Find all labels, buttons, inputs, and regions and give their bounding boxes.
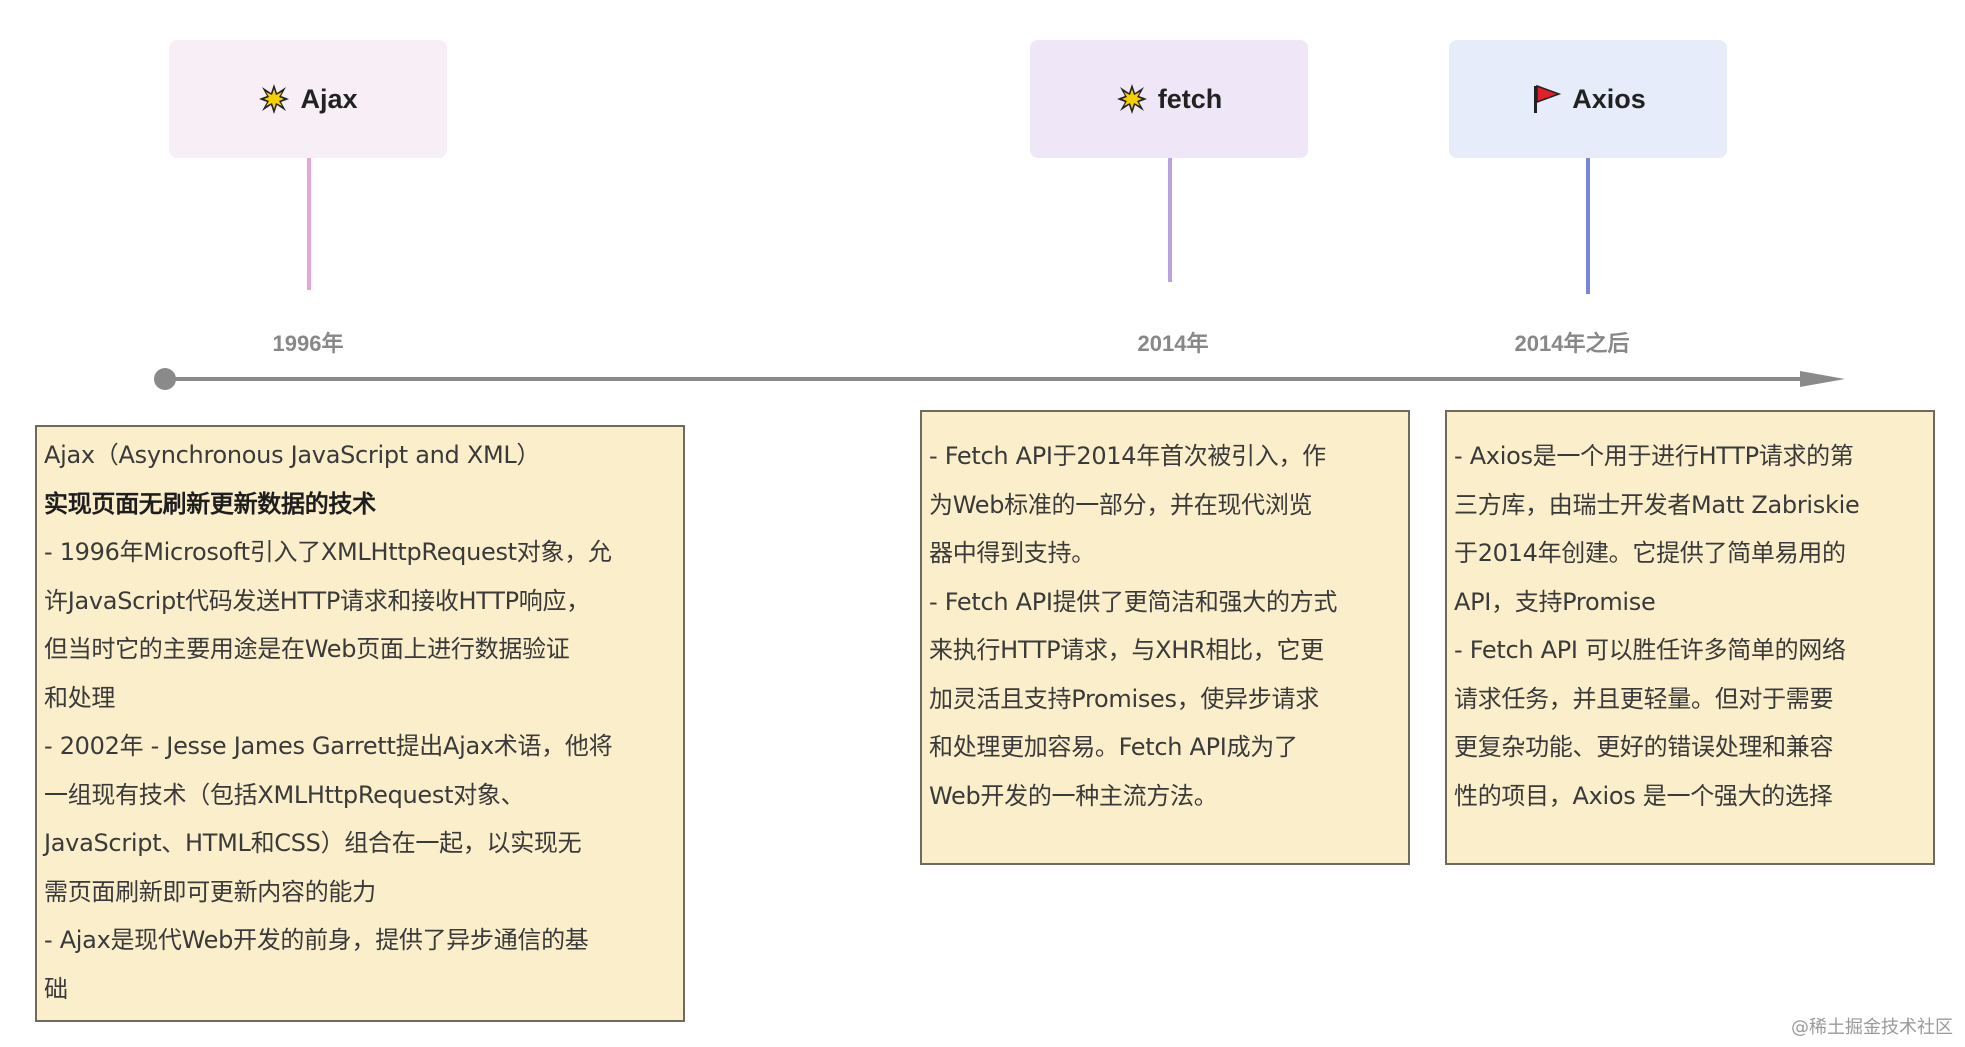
- red-flag-icon: [1530, 83, 1562, 115]
- note-line: 更复杂功能、更好的错误处理和兼容: [1454, 733, 1834, 761]
- note-line: 需页面刷新即可更新内容的能力: [44, 877, 376, 906]
- event-stem-ajax: [307, 158, 311, 290]
- collision-icon: [258, 83, 290, 115]
- note-line: JavaScript、HTML和CSS）组合在一起，以实现无: [44, 829, 582, 857]
- note-line: - 1996年Microsoft引入了XMLHttpRequest对象，允: [44, 538, 612, 566]
- event-label-axios: Axios: [1572, 83, 1646, 114]
- note-ajax-title: Ajax（Asynchronous JavaScript and XML）: [44, 441, 541, 469]
- note-line: 三方库，由瑞士开发者Matt Zabriskie: [1454, 490, 1860, 519]
- note-line: - Fetch API 可以胜任许多简单的网络: [1454, 636, 1846, 664]
- note-line: API，支持Promise: [1454, 587, 1656, 616]
- note-line: 和处理更加容易。Fetch API成为了: [929, 733, 1298, 761]
- event-label-fetch: fetch: [1157, 83, 1223, 114]
- note-line: - Fetch API于2014年首次被引入，作: [929, 442, 1326, 470]
- event-card-axios: Axios: [1449, 40, 1727, 158]
- note-line: 来执行HTTP请求，与XHR相比，它更: [929, 636, 1324, 664]
- note-line: 和处理: [44, 683, 116, 712]
- watermark: @稀土掘金技术社区: [1791, 1017, 1953, 1038]
- note-line: Web开发的一种主流方法。: [929, 781, 1218, 810]
- note-line: - 2002年 - Jesse James Garrett提出Ajax术语，他将: [44, 732, 613, 760]
- note-ajax-subtitle: 实现页面无刷新更新数据的技术: [44, 489, 376, 518]
- note-line: - Fetch API提供了更简洁和强大的方式: [929, 587, 1338, 616]
- note-line: 为Web标准的一部分，并在现代浏览: [929, 490, 1313, 519]
- timeline-axis: [154, 368, 1845, 390]
- note-line: 但当时它的主要用途是在Web页面上进行数据验证: [44, 635, 570, 663]
- event-card-fetch: fetch: [1030, 40, 1308, 158]
- collision-icon: [1116, 83, 1148, 115]
- note-line: 性的项目，Axios 是一个强大的选择: [1454, 781, 1833, 810]
- timeline-diagram: Ajax 1996年 fetch 2014年 Axios 2014年之后 Aja…: [0, 0, 1965, 1047]
- event-label-ajax: Ajax: [300, 83, 358, 114]
- note-line: 一组现有技术（包括XMLHttpRequest对象、: [44, 780, 525, 809]
- event-stem-fetch: [1168, 158, 1172, 282]
- event-card-ajax: Ajax: [169, 40, 447, 158]
- note-line: 加灵活且支持Promises，使异步请求: [929, 684, 1319, 713]
- note-fetch: - Fetch API于2014年首次被引入，作 为Web标准的一部分，并在现代…: [920, 410, 1410, 865]
- event-year-axios: 2014年之后: [1514, 331, 1630, 356]
- note-line: - Axios是一个用于进行HTTP请求的第: [1454, 442, 1854, 470]
- note-line: - Ajax是现代Web开发的前身，提供了异步通信的基: [44, 926, 589, 954]
- note-ajax: Ajax（Asynchronous JavaScript and XML） 实现…: [35, 425, 685, 1022]
- event-year-fetch: 2014年: [1137, 331, 1209, 356]
- note-line: 许JavaScript代码发送HTTP请求和接收HTTP响应，: [44, 586, 590, 615]
- note-line: 器中得到支持。: [929, 539, 1095, 567]
- note-line: 础: [44, 974, 68, 1003]
- event-stem-axios: [1586, 158, 1590, 294]
- note-line: 于2014年创建。它提供了简单易用的: [1454, 539, 1846, 567]
- note-axios: - Axios是一个用于进行HTTP请求的第 三方库，由瑞士开发者Matt Za…: [1445, 410, 1935, 865]
- axis-arrowhead: [1800, 371, 1845, 387]
- note-line: 请求任务，并且更轻量。但对于需要: [1454, 684, 1834, 713]
- event-year-ajax: 1996年: [272, 331, 344, 356]
